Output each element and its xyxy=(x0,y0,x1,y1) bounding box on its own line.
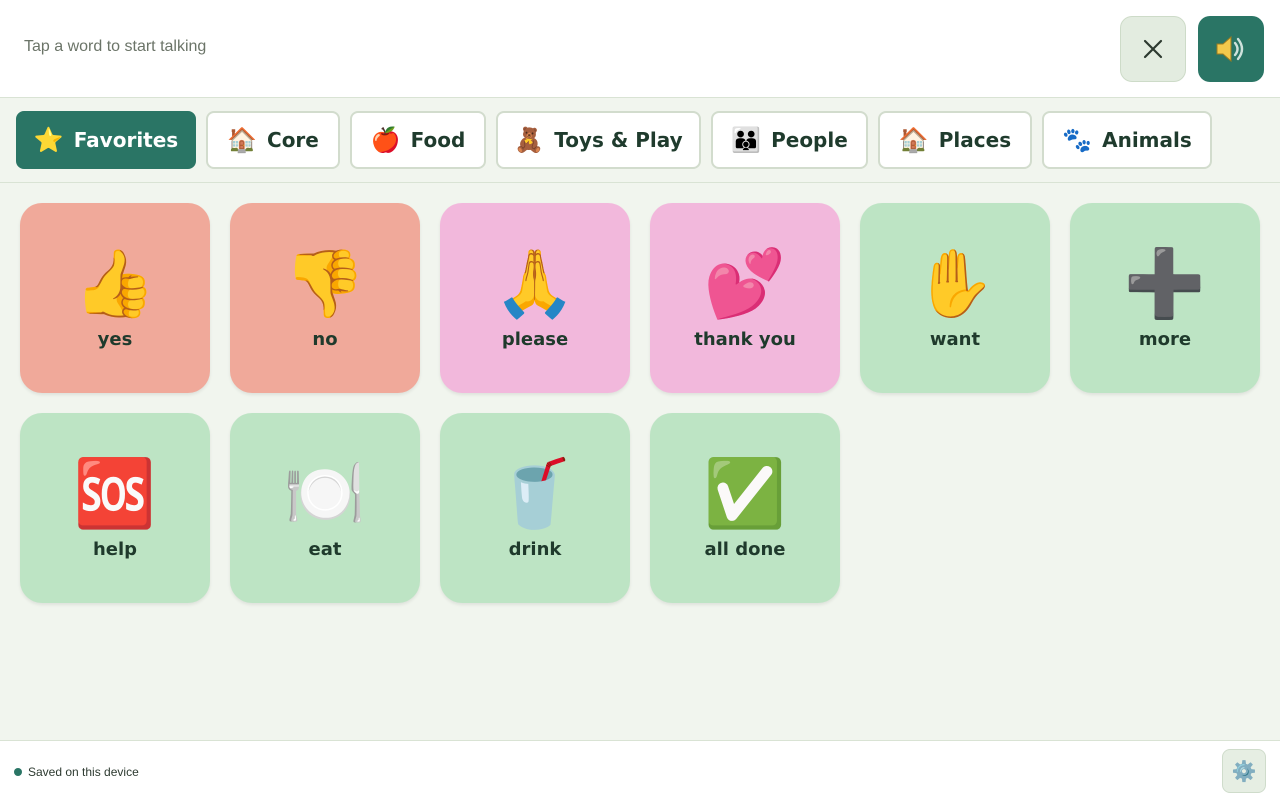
tab-label: Animals xyxy=(1102,128,1192,152)
two-hearts-icon: 💕 xyxy=(703,245,787,322)
tab-label: People xyxy=(771,128,848,152)
word-tile-yes[interactable]: 👍 yes xyxy=(20,203,210,393)
word-label: thank you xyxy=(694,329,796,350)
thumbs-down-icon: 👎 xyxy=(283,245,367,322)
tab-label: Toys & Play xyxy=(554,128,683,152)
plate-cutlery-icon: 🍽️ xyxy=(283,455,367,532)
house-icon: 🏠 xyxy=(227,126,258,154)
tab-favorites[interactable]: ⭐ Favorites xyxy=(16,111,196,169)
word-label: yes xyxy=(97,329,133,350)
word-tile-more[interactable]: ➕ more xyxy=(1070,203,1260,393)
word-tile-thank-you[interactable]: 💕 thank you xyxy=(650,203,840,393)
save-status: Saved on this device xyxy=(14,765,139,779)
clear-button[interactable] xyxy=(1120,16,1186,82)
speaker-icon xyxy=(1216,35,1244,63)
tab-core[interactable]: 🏠 Core xyxy=(206,111,340,169)
status-text: Saved on this device xyxy=(28,765,139,779)
apple-icon: 🍎 xyxy=(370,126,401,154)
word-label: help xyxy=(92,539,138,560)
word-label: more xyxy=(1138,329,1192,350)
tab-label: Places xyxy=(938,128,1012,152)
status-dot-icon xyxy=(14,768,22,776)
word-tile-no[interactable]: 👎 no xyxy=(230,203,420,393)
word-tile-please[interactable]: 🙏 please xyxy=(440,203,630,393)
word-label: drink xyxy=(508,539,562,560)
paw-prints-icon: 🐾 xyxy=(1062,126,1093,154)
word-tile-all-done[interactable]: ✅ all done xyxy=(650,413,840,603)
check-mark-icon: ✅ xyxy=(703,455,787,532)
tab-people[interactable]: 👪 People xyxy=(711,111,868,169)
tab-label: Favorites xyxy=(73,128,179,152)
tab-food[interactable]: 🍎 Food xyxy=(350,111,486,169)
sos-icon: 🆘 xyxy=(73,455,157,532)
speak-button[interactable] xyxy=(1198,16,1264,82)
tab-animals[interactable]: 🐾 Animals xyxy=(1042,111,1212,169)
sentence-bar: Tap a word to start talking xyxy=(0,0,1280,98)
tab-places[interactable]: 🏠 Places xyxy=(878,111,1032,169)
tab-toys-play[interactable]: 🧸 Toys & Play xyxy=(496,111,701,169)
folded-hands-icon: 🙏 xyxy=(493,245,577,322)
word-tile-help[interactable]: 🆘 help xyxy=(20,413,210,603)
teddy-bear-icon: 🧸 xyxy=(514,126,545,154)
category-tabs: ⭐ Favorites 🏠 Core 🍎 Food 🧸 Toys & Play … xyxy=(0,99,1280,183)
word-label: all done xyxy=(704,539,786,560)
word-tile-drink[interactable]: 🥤 drink xyxy=(440,413,630,603)
sentence-display[interactable]: Tap a word to start talking xyxy=(24,38,206,56)
word-tile-want[interactable]: ✋ want xyxy=(860,203,1050,393)
family-icon: 👪 xyxy=(731,126,762,154)
word-label: no xyxy=(312,329,338,350)
gear-icon: ⚙️ xyxy=(1231,759,1257,783)
plus-icon: ➕ xyxy=(1123,245,1207,322)
thumbs-up-icon: 👍 xyxy=(73,245,157,322)
close-icon xyxy=(1143,39,1163,59)
raised-hand-icon: ✋ xyxy=(913,245,997,322)
star-icon: ⭐ xyxy=(33,126,64,154)
word-tile-eat[interactable]: 🍽️ eat xyxy=(230,413,420,603)
word-label: please xyxy=(501,329,569,350)
cup-with-straw-icon: 🥤 xyxy=(493,455,577,532)
tab-label: Core xyxy=(267,128,319,152)
word-label: eat xyxy=(308,539,342,560)
footer-bar: Saved on this device ⚙️ xyxy=(0,740,1280,800)
settings-button[interactable]: ⚙️ xyxy=(1222,749,1266,793)
tab-label: Food xyxy=(410,128,466,152)
house-icon: 🏠 xyxy=(898,126,929,154)
word-label: want xyxy=(929,329,981,350)
